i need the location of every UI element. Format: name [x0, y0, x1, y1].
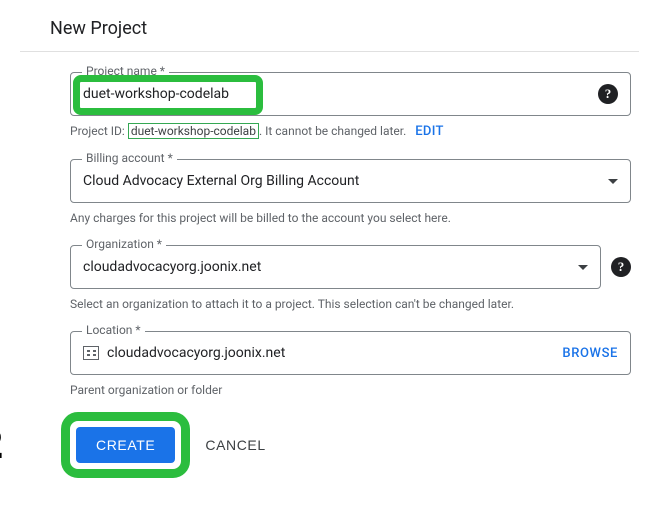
page-title: New Project: [20, 10, 639, 51]
organization-value: cloudadvocacyorg.joonix.net: [83, 259, 578, 275]
location-value: cloudadvocacyorg.joonix.net: [107, 345, 562, 361]
organization-icon: [83, 346, 99, 360]
button-row: CREATE CANCEL: [70, 421, 631, 469]
annotation-step-2: 2: [0, 425, 3, 465]
organization-label: Organization *: [82, 237, 166, 251]
annotation-step-1: 1: [0, 68, 3, 108]
billing-account-value: Cloud Advocacy External Org Billing Acco…: [83, 173, 608, 189]
cancel-button[interactable]: CANCEL: [199, 427, 271, 463]
browse-button[interactable]: BROWSE: [562, 346, 618, 361]
organization-field: Organization * cloudadvocacyorg.joonix.n…: [70, 245, 631, 311]
project-name-label: Project name *: [82, 64, 169, 78]
location-field: Location * cloudadvocacyorg.joonix.net B…: [70, 331, 631, 397]
location-label: Location *: [82, 323, 145, 337]
help-icon[interactable]: ?: [611, 257, 631, 277]
chevron-down-icon: [608, 179, 618, 184]
billing-account-label: Billing account *: [82, 151, 177, 165]
annotation-highlight-create: CREATE: [70, 421, 181, 469]
billing-account-select[interactable]: Cloud Advocacy External Org Billing Acco…: [70, 159, 631, 203]
new-project-form: 1 Project name * duet-workshop-codelab ?…: [20, 72, 639, 469]
organization-select[interactable]: cloudadvocacyorg.joonix.net: [70, 245, 601, 289]
billing-helper: Any charges for this project will be bil…: [70, 211, 631, 225]
chevron-down-icon: [578, 265, 588, 270]
divider: [20, 51, 639, 52]
edit-project-id-button[interactable]: EDIT: [415, 124, 443, 139]
billing-account-field: Billing account * Cloud Advocacy Externa…: [70, 159, 631, 225]
location-input[interactable]: cloudadvocacyorg.joonix.net BROWSE: [70, 331, 631, 375]
project-id-prefix: Project ID:: [70, 124, 128, 138]
organization-helper: Select an organization to attach it to a…: [70, 297, 631, 311]
project-id-helper: Project ID: duet-workshop-codelab. It ca…: [70, 124, 631, 139]
location-helper: Parent organization or folder: [70, 383, 631, 397]
project-name-input[interactable]: duet-workshop-codelab ?: [70, 72, 631, 116]
help-icon[interactable]: ?: [598, 84, 618, 104]
project-name-value: duet-workshop-codelab: [83, 86, 598, 102]
create-button[interactable]: CREATE: [76, 427, 175, 463]
project-id-value: duet-workshop-codelab: [128, 123, 259, 139]
project-name-field: Project name * duet-workshop-codelab ? P…: [70, 72, 631, 139]
project-id-suffix: . It cannot be changed later.: [259, 124, 406, 138]
